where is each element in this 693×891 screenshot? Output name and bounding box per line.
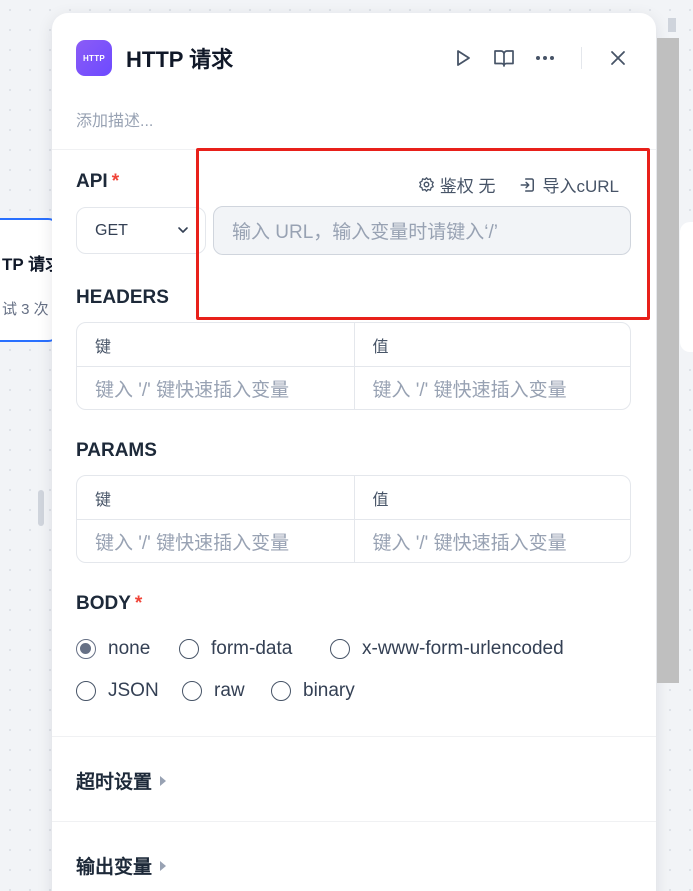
key-column-header: 键: [95, 338, 112, 356]
api-label: API *: [76, 171, 119, 193]
body-radio-none[interactable]: none: [76, 638, 150, 660]
params-table: 键 值 键入 '/' 键快速插入变量 键入 '/' 键快速插入变量: [76, 475, 631, 563]
chevron-down-icon: [178, 227, 188, 233]
import-icon: [520, 177, 535, 192]
close-button[interactable]: [604, 44, 632, 72]
radio-icon: [182, 681, 202, 701]
scrollbar[interactable]: [657, 38, 679, 683]
header-key-input[interactable]: 键入 '/' 键快速插入变量: [77, 367, 354, 409]
table-header-row: 键 值: [77, 323, 630, 366]
param-value-input[interactable]: 键入 '/' 键快速插入变量: [353, 520, 631, 562]
required-mark: *: [111, 171, 120, 192]
timeout-settings-toggle[interactable]: 超时设置: [76, 767, 167, 794]
header-divider: [581, 47, 582, 69]
radio-selected-icon: [76, 639, 96, 659]
header-actions: [436, 44, 632, 72]
radio-icon: [179, 639, 199, 659]
http-request-panel: HTTP HTTP 请求 添加描述... API * 鉴权 无 导入cURL G…: [52, 13, 656, 891]
divider: [52, 149, 656, 150]
header-value-input[interactable]: 键入 '/' 键快速插入变量: [353, 367, 631, 409]
radio-label: binary: [303, 680, 355, 701]
run-button[interactable]: [449, 44, 477, 72]
background-node-subtitle: 试 3 次: [2, 301, 49, 318]
required-mark: *: [134, 593, 143, 614]
radio-icon: [76, 681, 96, 701]
headers-label: HEADERS: [76, 287, 169, 308]
headers-table: 键 值 键入 '/' 键快速插入变量 键入 '/' 键快速插入变量: [76, 322, 631, 410]
body-radio-binary[interactable]: binary: [271, 680, 355, 702]
radio-label: raw: [214, 680, 245, 701]
play-icon: [457, 50, 470, 66]
caret-right-icon: [160, 860, 167, 871]
panel-title[interactable]: HTTP 请求: [126, 42, 233, 74]
body-radio-raw[interactable]: raw: [182, 680, 245, 702]
caret-right-icon: [160, 775, 167, 786]
radio-label: x-www-form-urlencoded: [362, 638, 564, 659]
url-input[interactable]: 输入 URL，输入变量时请键入‘/’: [213, 206, 631, 255]
docs-button[interactable]: [490, 44, 518, 72]
background-node-card-right: [680, 222, 693, 352]
resize-handle[interactable]: [38, 490, 44, 526]
key-column-header: 键: [95, 491, 112, 509]
gear-icon: [418, 177, 434, 192]
body-radio-json[interactable]: JSON: [76, 680, 159, 702]
body-radio-form-data[interactable]: form-data: [179, 638, 292, 660]
api-label-text: API: [76, 171, 108, 192]
method-select[interactable]: GET: [76, 207, 206, 254]
value-column-header: 值: [353, 323, 631, 366]
output-variables-label: 输出变量: [76, 857, 153, 878]
output-variables-toggle[interactable]: 输出变量: [76, 852, 167, 879]
auth-label: 鉴权 无: [439, 177, 496, 196]
description-input[interactable]: 添加描述...: [76, 107, 153, 131]
radio-label: form-data: [211, 638, 293, 659]
background-node-card[interactable]: TP 请求 试 3 次: [0, 218, 62, 342]
radio-icon: [271, 681, 291, 701]
auth-button[interactable]: 鉴权 无: [418, 172, 496, 197]
radio-icon: [330, 639, 350, 659]
params-label: PARAMS: [76, 440, 157, 461]
radio-label: JSON: [108, 680, 159, 701]
more-dots-icon: [536, 56, 554, 60]
panel-header: HTTP HTTP 请求: [76, 40, 632, 76]
close-icon: [611, 51, 625, 65]
body-radio-x-www-form-urlencoded[interactable]: x-www-form-urlencoded: [330, 638, 564, 660]
method-value: GET: [95, 221, 128, 239]
import-curl-label: 导入cURL: [542, 177, 619, 196]
table-row: 键入 '/' 键快速插入变量 键入 '/' 键快速插入变量: [77, 366, 631, 409]
value-column-header: 值: [353, 476, 631, 519]
radio-label: none: [108, 638, 151, 659]
table-row: 键入 '/' 键快速插入变量 键入 '/' 键快速插入变量: [77, 519, 631, 562]
http-node-icon: HTTP: [76, 40, 112, 76]
more-button[interactable]: [531, 44, 559, 72]
table-header-row: 键 值: [77, 476, 630, 519]
scroll-arrow-icon: [668, 18, 676, 32]
timeout-settings-label: 超时设置: [76, 772, 153, 793]
api-actions: 鉴权 无 导入cURL: [418, 172, 619, 197]
import-curl-button[interactable]: 导入cURL: [519, 172, 619, 197]
book-open-icon: [494, 50, 514, 67]
body-label: BODY *: [76, 593, 142, 615]
param-key-input[interactable]: 键入 '/' 键快速插入变量: [77, 520, 354, 562]
divider: [52, 736, 656, 737]
divider: [52, 821, 656, 822]
body-label-text: BODY: [76, 593, 131, 614]
